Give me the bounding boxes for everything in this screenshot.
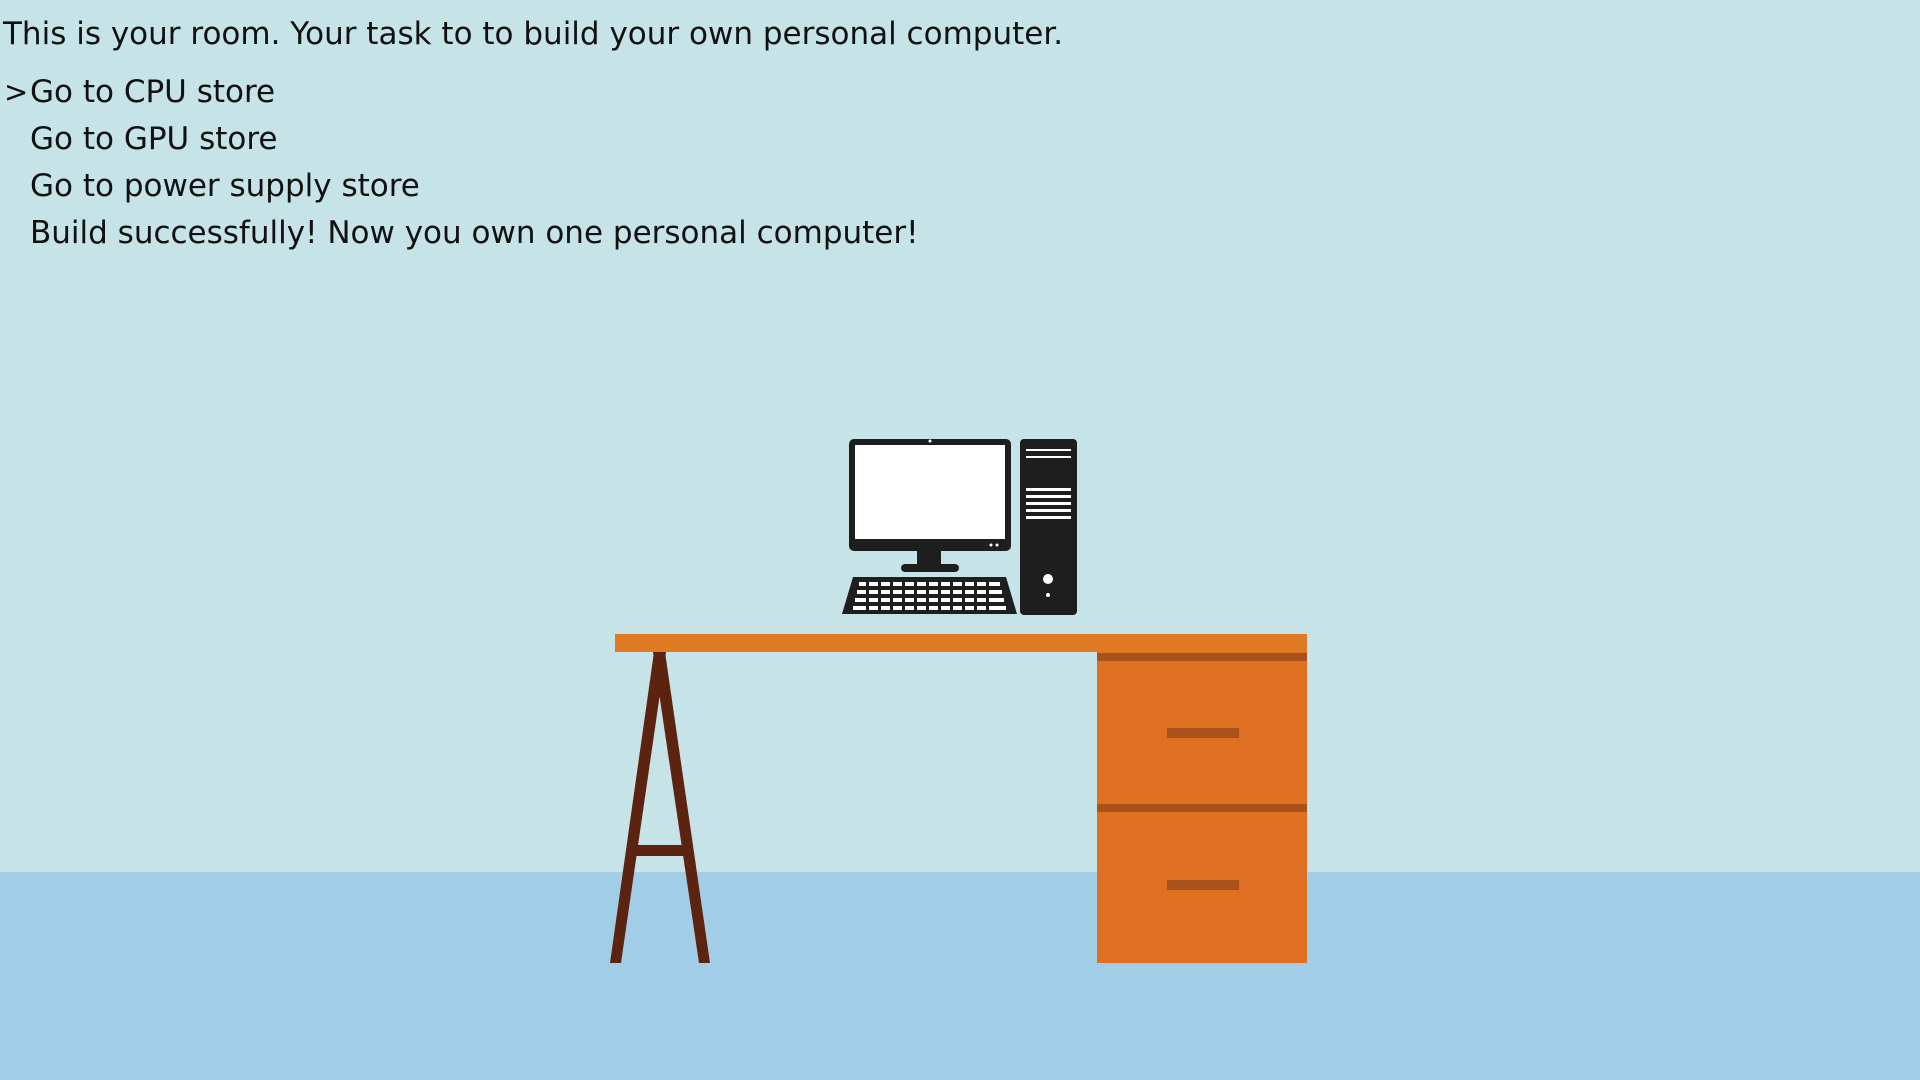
power-button-icon xyxy=(1043,574,1053,584)
drawer-divider xyxy=(1097,653,1307,661)
desk-leg-crossbar xyxy=(634,845,684,856)
drawer-handle xyxy=(1167,728,1239,738)
drawer-handle xyxy=(1167,880,1239,890)
desktop-computer-icon xyxy=(842,439,1077,615)
drawer-divider xyxy=(1097,804,1307,812)
desk-leg xyxy=(610,652,666,963)
desk-leg xyxy=(653,652,710,963)
desk xyxy=(610,634,1307,963)
room-scene xyxy=(610,439,1307,963)
desk-top xyxy=(615,634,1307,652)
